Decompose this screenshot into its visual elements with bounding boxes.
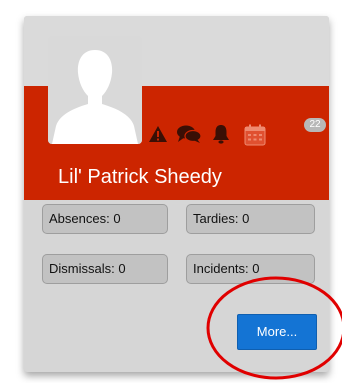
chat-bubbles-icon[interactable] bbox=[176, 124, 202, 144]
absences-stat[interactable]: Absences: 0 bbox=[42, 204, 168, 234]
student-name[interactable]: Lil' Patrick Sheedy bbox=[58, 166, 222, 189]
calendar-icon[interactable] bbox=[244, 124, 266, 146]
dismissals-stat[interactable]: Dismissals: 0 bbox=[42, 254, 168, 284]
tardies-stat[interactable]: Tardies: 0 bbox=[186, 204, 315, 234]
bell-icon[interactable] bbox=[212, 124, 230, 144]
page: 22 Lil' Patrick Sheedy Absences: 0 Tardi… bbox=[0, 0, 342, 383]
warning-icon[interactable] bbox=[148, 125, 168, 143]
calendar-count-badge: 22 bbox=[304, 118, 326, 132]
header-icons bbox=[24, 119, 329, 149]
more-button[interactable]: More... bbox=[237, 314, 317, 350]
incidents-stat[interactable]: Incidents: 0 bbox=[186, 254, 315, 284]
student-card: 22 Lil' Patrick Sheedy Absences: 0 Tardi… bbox=[24, 16, 329, 372]
